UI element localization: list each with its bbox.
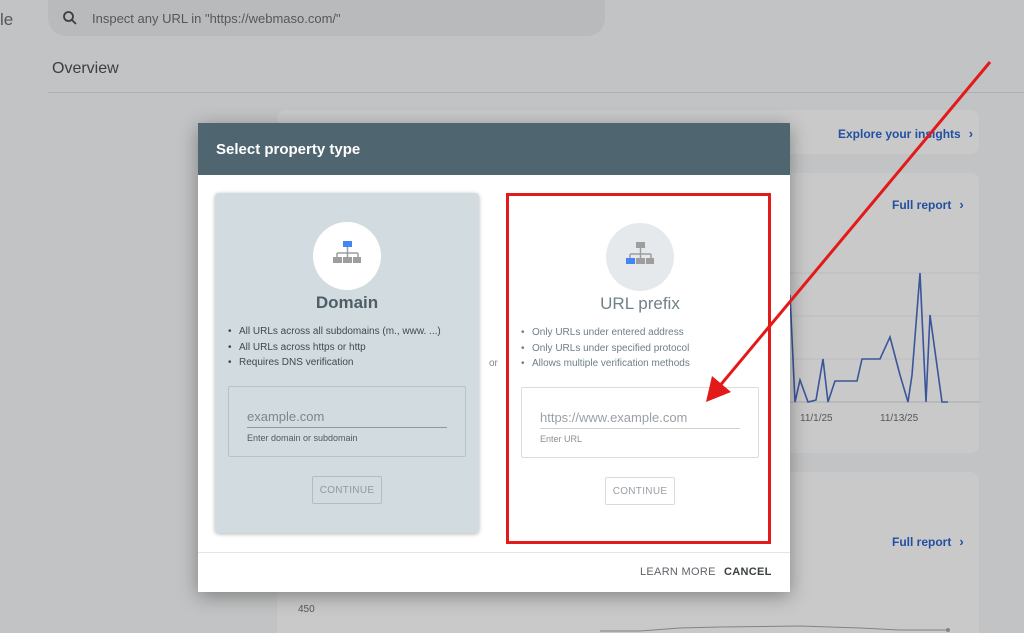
cancel-button[interactable]: CANCEL (724, 566, 772, 578)
highlight-box (506, 193, 771, 544)
learn-more-button[interactable]: LEARN MORE (640, 566, 716, 578)
domain-continue-button[interactable]: CONTINUE (312, 476, 382, 504)
domain-title: Domain (315, 293, 379, 312)
dialog-title: Select property type (216, 140, 361, 158)
list-item: All URLs across all subdomains (m., www.… (228, 324, 441, 340)
domain-feature-list: All URLs across all subdomains (m., www.… (228, 324, 441, 371)
dialog-footer: LEARN MORE CANCEL (198, 552, 790, 592)
domain-input-hint: Enter domain or subdomain (247, 433, 358, 443)
domain-option-card[interactable]: Domain All URLs across all subdomains (m… (215, 193, 479, 533)
list-item: Requires DNS verification (228, 355, 441, 371)
domain-input[interactable] (247, 406, 447, 428)
dialog-header: Select property type (198, 123, 790, 175)
sitemap-icon (333, 241, 361, 263)
or-separator: or (489, 358, 498, 369)
domain-icon-circle (313, 222, 381, 290)
list-item: All URLs across https or http (228, 340, 441, 356)
domain-field-box: Enter domain or subdomain (228, 386, 466, 457)
